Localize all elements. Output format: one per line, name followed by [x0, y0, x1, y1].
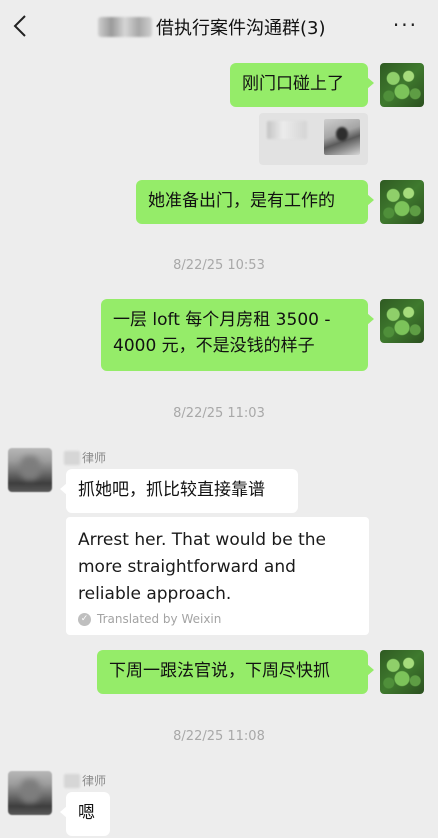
redacted-quote-text [267, 121, 307, 139]
more-icon[interactable]: ··· [393, 15, 418, 35]
timestamp: 8/22/25 11:03 [173, 406, 265, 421]
translation-footer: ✓ Translated by Weixin [78, 612, 357, 626]
back-chevron-icon[interactable] [10, 13, 34, 39]
message-text: 刚门口碰上了 [242, 74, 344, 94]
my-avatar[interactable] [380, 650, 424, 694]
my-avatar[interactable] [380, 180, 424, 224]
message-text: 一层 loft 每个月房租 3500 - 4000 元，不是没钱的样子 [113, 310, 331, 356]
message-text: 抓她吧，抓比较直接靠谱 [78, 480, 265, 500]
message-bubble-received[interactable]: 嗯 [60, 792, 110, 836]
message-bubble-sent[interactable]: 下周一跟法官说，下周尽快抓 [97, 650, 374, 694]
quoted-message-card[interactable] [259, 113, 368, 165]
sender-name: 律师 [64, 772, 106, 789]
chat-title-wrap: 借执行案件沟通群(3) [98, 14, 326, 40]
timestamp: 8/22/25 11:08 [173, 729, 265, 744]
timestamp: 8/22/25 10:53 [173, 258, 265, 273]
translation-text: Arrest her. That would be the more strai… [78, 530, 326, 604]
translation-card[interactable]: Arrest her. That would be the more strai… [66, 517, 369, 635]
message-bubble-sent[interactable]: 刚门口碰上了 [230, 63, 374, 107]
message-bubble-sent[interactable]: 一层 loft 每个月房租 3500 - 4000 元，不是没钱的样子 [101, 299, 374, 371]
contact-avatar[interactable] [8, 448, 52, 492]
sender-name-text: 律师 [82, 451, 107, 465]
chat-title: 借执行案件沟通群(3) [156, 18, 326, 39]
chat-header: 借执行案件沟通群(3) ··· [0, 0, 438, 52]
redacted-sender-prefix [64, 773, 80, 788]
message-text: 嗯 [78, 803, 95, 823]
redacted-sender-prefix [64, 450, 80, 465]
message-bubble-sent[interactable]: 她准备出门，是有工作的 [136, 180, 374, 224]
message-text: 她准备出门，是有工作的 [148, 191, 335, 211]
translated-by-label: Translated by Weixin [97, 612, 222, 626]
my-avatar[interactable] [380, 299, 424, 343]
check-circle-icon: ✓ [78, 612, 91, 626]
my-avatar[interactable] [380, 63, 424, 107]
message-text: 下周一跟法官说，下周尽快抓 [109, 661, 330, 681]
redacted-title-prefix [98, 17, 152, 37]
quote-thumbnail [324, 119, 360, 155]
message-bubble-received[interactable]: 抓她吧，抓比较直接靠谱 [60, 469, 298, 513]
sender-name: 律师 [64, 449, 106, 466]
sender-name-text: 律师 [82, 774, 107, 788]
contact-avatar[interactable] [8, 771, 52, 815]
